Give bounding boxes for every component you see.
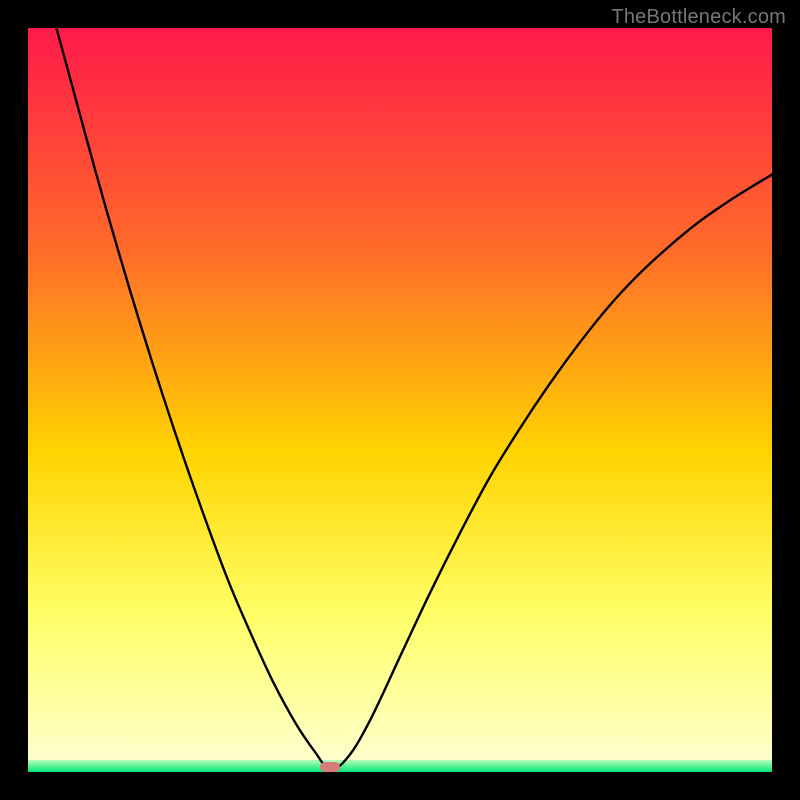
watermark-text: TheBottleneck.com xyxy=(611,6,786,29)
optimal-marker xyxy=(320,762,340,772)
curve-layer xyxy=(28,28,772,772)
chart-stage: TheBottleneck.com xyxy=(0,0,800,800)
bottleneck-curve xyxy=(28,28,772,769)
plot-area xyxy=(28,28,772,772)
axis-bottom xyxy=(28,772,772,776)
